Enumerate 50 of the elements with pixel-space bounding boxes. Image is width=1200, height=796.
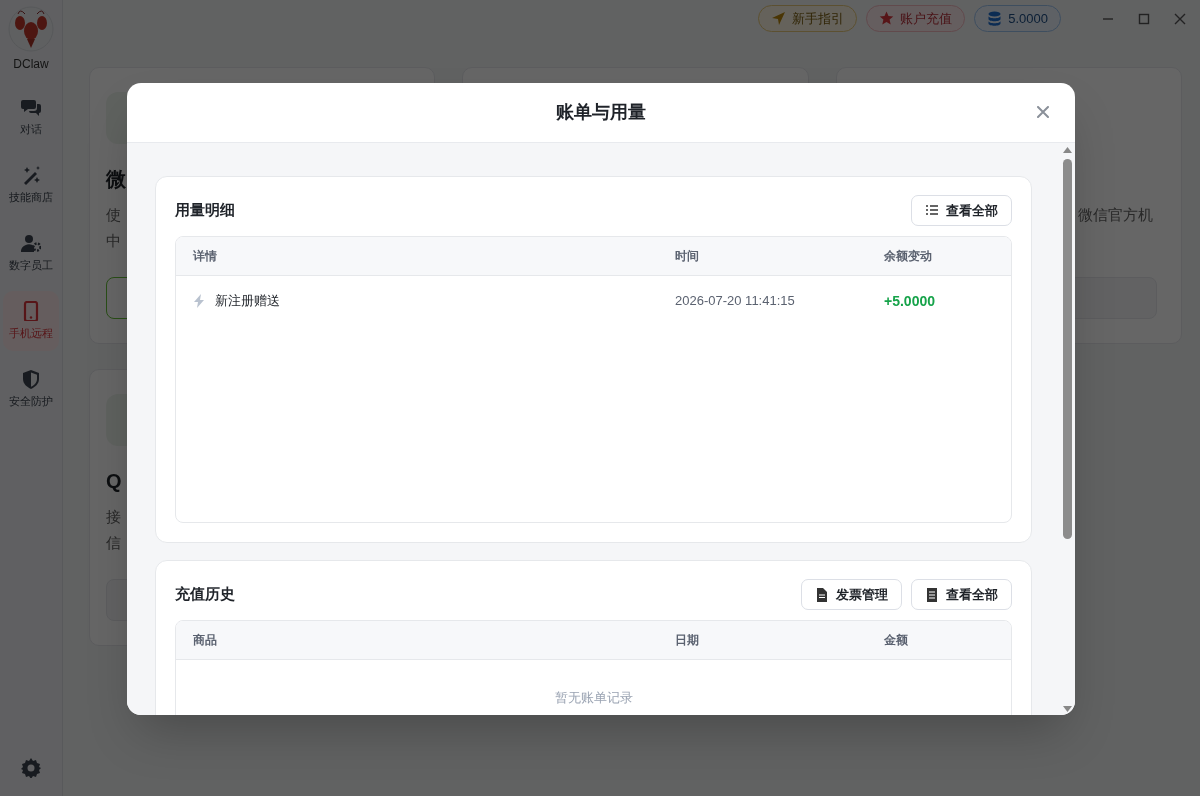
nav-item[interactable]: 安全防护 [3,359,59,419]
user-gear-icon [21,232,41,253]
card-title: Q [106,469,122,494]
column-header: 余额变动 [884,249,932,263]
empty-message: 暂无账单记录 [554,689,633,707]
receipt-icon [925,587,939,602]
lobster-logo-icon [8,6,54,52]
card-description: 微信官方机 [1078,205,1153,225]
close-icon [1174,12,1186,25]
section-title: 用量明细 [175,200,235,221]
scroll-up-icon [1063,147,1072,153]
balance-badge[interactable]: 5.0000 [974,5,1061,32]
card-title: 微 [106,167,126,192]
column-header: 商品 [193,633,217,647]
topbar-button[interactable]: 新手指引 [758,5,858,32]
app-name: DClaw [13,56,49,73]
nav-item[interactable]: 技能商店 [3,155,59,215]
card-description: 中 [106,231,121,251]
list-icon [925,203,939,218]
card-description: 接 [106,507,121,527]
table-cell-text: 新注册赠送 [215,292,280,311]
column-header: 详情 [193,249,217,263]
phone-icon [21,300,41,321]
navigation-arrow-icon [771,11,787,26]
card-description: 信 [106,533,121,553]
table-cell: +5.0000 [884,292,935,309]
column-header: 时间 [675,249,699,263]
view-button[interactable]: 发票管理 [801,579,902,610]
view-button[interactable]: 查看全部 [911,195,1012,226]
close-icon [1037,106,1049,118]
database-icon [987,11,1003,26]
nav-item[interactable]: 手机远程 [3,291,59,351]
scroll-down-icon [1063,706,1072,712]
nav-item[interactable]: 数字员工 [3,223,59,283]
dialog-title: 账单与用量 [556,101,646,124]
section-title: 充值历史 [175,584,235,605]
topbar-button[interactable]: 账户充值 [866,5,966,32]
scrollbar-thumb[interactable] [1063,159,1072,539]
shield-icon [21,368,41,389]
column-header: 金额 [884,633,908,647]
nav-item[interactable]: 对话 [3,87,59,147]
view-button[interactable]: 查看全部 [911,579,1012,610]
document-icon [815,587,829,602]
maximize-icon [1138,12,1150,25]
column-header: 日期 [675,633,699,647]
settings-icon [21,758,41,778]
card-description: 使 [106,205,121,225]
table-cell: 2026-07-20 11:41:15 [675,293,795,309]
star-icon [879,11,895,26]
lightning-icon [193,294,205,308]
